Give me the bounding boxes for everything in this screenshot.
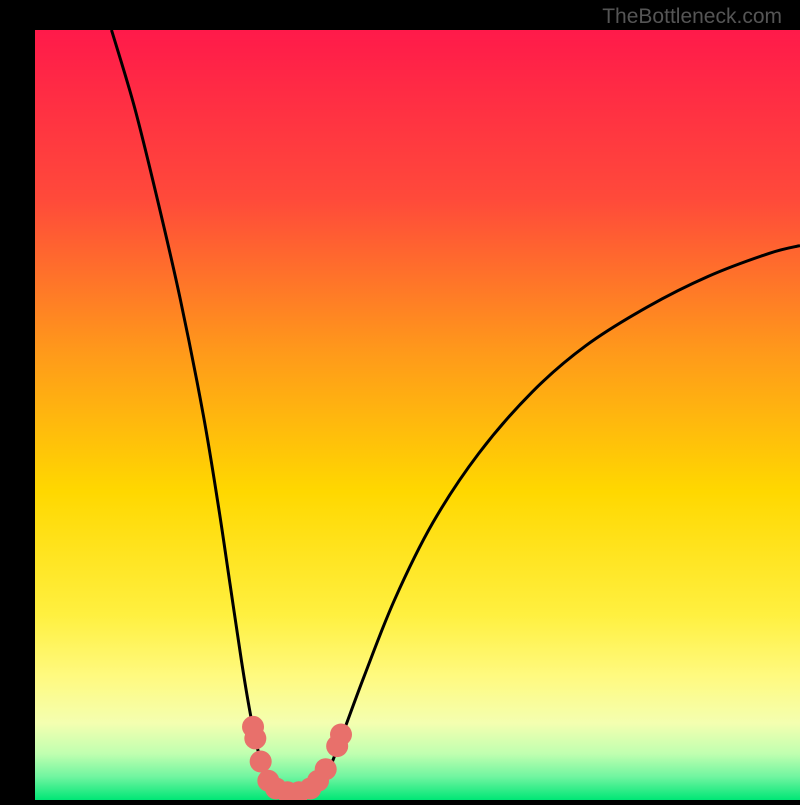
marker-point [315,758,337,780]
chart-svg [0,0,800,800]
watermark-text: TheBottleneck.com [602,5,782,29]
marker-point [250,751,272,773]
chart-container [0,0,800,800]
marker-point [244,727,266,749]
plot-background [35,30,800,800]
marker-point [330,724,352,746]
